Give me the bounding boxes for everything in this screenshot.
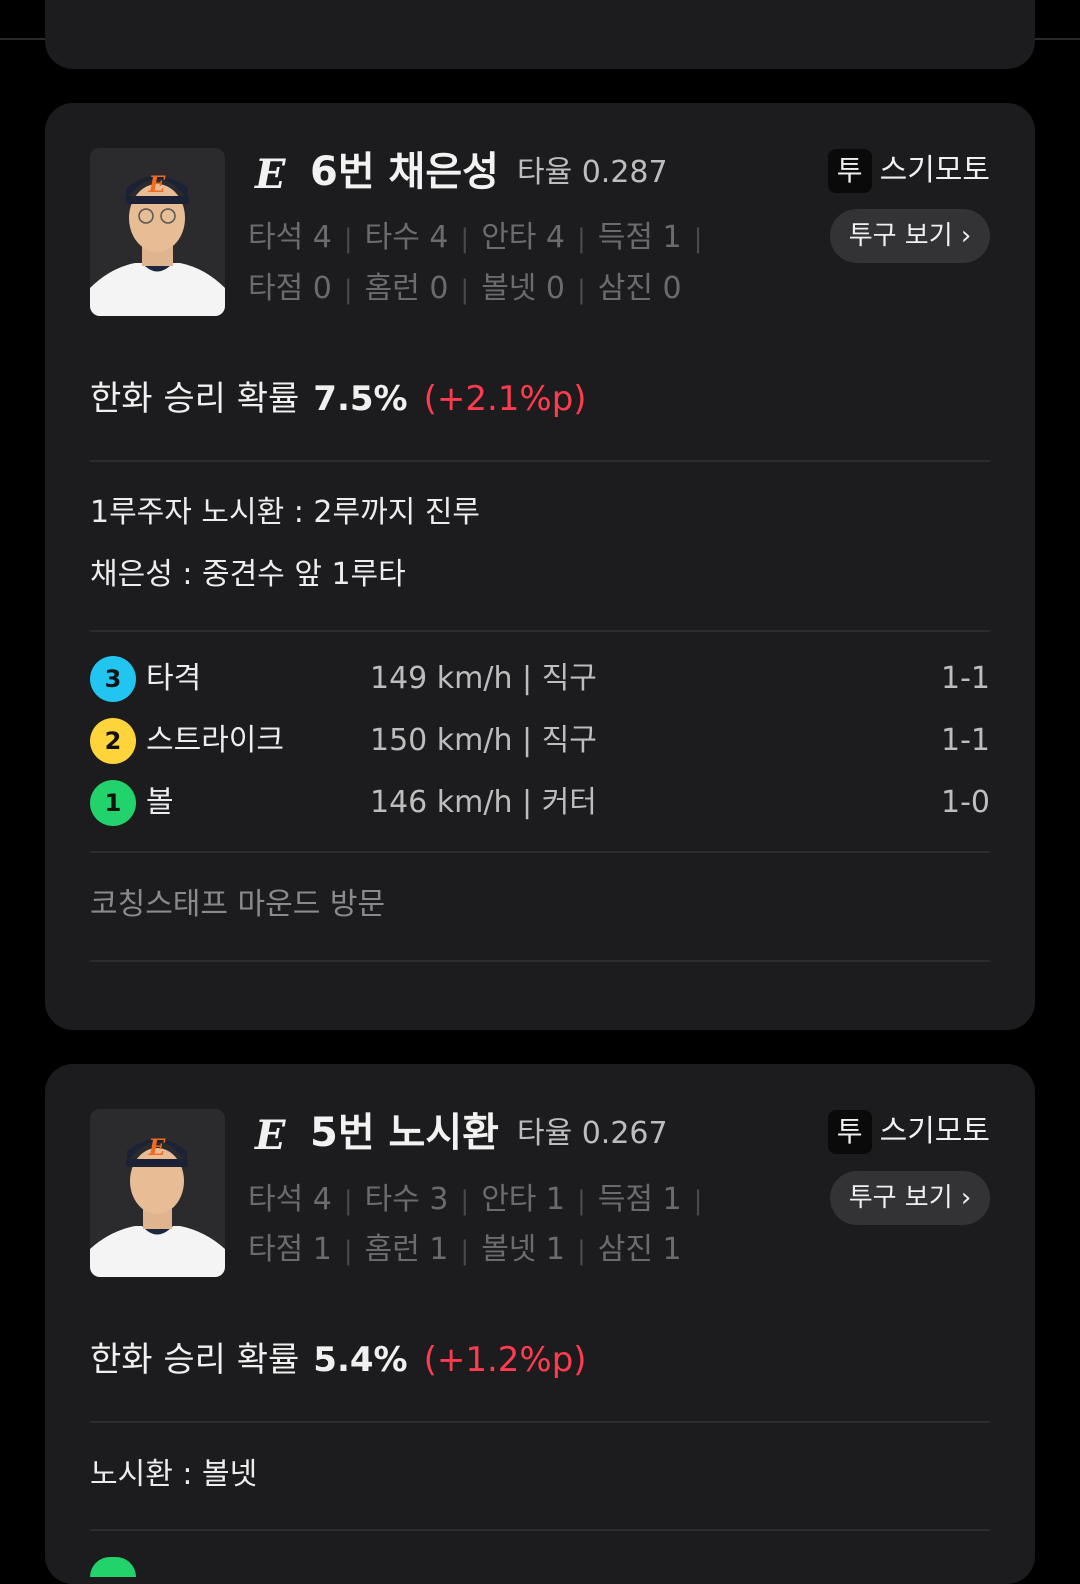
divider: | <box>460 275 470 305</box>
batting-average: 타율 0.287 <box>516 155 668 190</box>
win-delta: (+1.2%p) <box>423 1340 587 1380</box>
win-label: 한화 승리 확률 <box>90 1340 300 1380</box>
pitch-row: 3 타격 149 km/h | 직구 1-1 <box>90 656 990 702</box>
pitch-result: 타격 <box>146 661 202 696</box>
divider: | <box>577 1186 586 1216</box>
pitcher-badge: 투 <box>827 1110 872 1154</box>
divider <box>90 851 990 853</box>
divider: | <box>693 224 703 254</box>
pitch-number: 3 <box>90 656 136 702</box>
pitch-row: 2 스트라이크 150 km/h | 직구 1-1 <box>90 718 990 764</box>
stat-runs: 득점 1 <box>597 1182 682 1217</box>
stats-line-1: 타석 4 | 타수 4 | 안타 4 | 득점 1 | <box>248 218 714 259</box>
stat-hits: 안타 4 <box>481 220 566 255</box>
stat-hits: 안타 1 <box>481 1182 566 1217</box>
play-text: 채은성 : 중견수 앞 1루타 <box>90 557 406 592</box>
stat-pa: 타석 4 <box>248 1182 332 1217</box>
stat-ab: 타수 3 <box>364 1182 449 1217</box>
divider <box>90 630 990 632</box>
divider: | <box>577 1236 586 1266</box>
at-bat-card: E E 5번 노시환 타율 0.267 투 스기모토 투구 보기 › 타석 4 |… <box>45 1064 1035 1584</box>
stat-runs: 득점 1 <box>597 220 682 255</box>
pitch-speed: 150 km/h | 직구 <box>370 723 597 758</box>
pitcher-name: 스기모토 <box>879 1114 990 1149</box>
team-logo: E <box>255 1112 286 1159</box>
divider <box>90 460 990 462</box>
previous-card-bottom <box>45 0 1035 69</box>
pitch-number: 1 <box>90 780 136 826</box>
pitcher-badge: 투 <box>827 149 872 193</box>
stat-ab: 타수 4 <box>364 220 449 255</box>
at-bat-card: E E 6번 채은성 타율 0.287 투 스기모토 투구 보기 › 타석 4 |… <box>45 103 1035 1030</box>
divider: | <box>693 1186 703 1216</box>
pitcher-info: 투 스기모토 <box>827 1110 990 1154</box>
stat-hr: 홈런 1 <box>364 1232 449 1267</box>
pitch-result: 스트라이크 <box>146 723 284 758</box>
pitch-result: 볼 <box>146 785 174 820</box>
pitch-count: 1-1 <box>941 661 990 696</box>
pitch-row: 1 볼 146 km/h | 커터 1-0 <box>90 780 990 826</box>
pitch-speed: 149 km/h | 직구 <box>370 661 597 696</box>
divider: | <box>577 224 586 254</box>
stat-pa: 타석 4 <box>248 220 332 255</box>
play-text: 1루주자 노시환 : 2루까지 진루 <box>90 495 481 530</box>
batting-average: 타율 0.267 <box>516 1116 668 1151</box>
view-pitches-button[interactable]: 투구 보기 › <box>830 1171 990 1225</box>
divider <box>90 1529 990 1531</box>
win-probability: 한화 승리 확률 7.5% (+2.1%p) <box>90 377 587 421</box>
divider: | <box>343 224 353 254</box>
player-photo: E <box>90 148 225 316</box>
pitch-count: 1-0 <box>941 785 990 820</box>
stat-rbi: 타점 1 <box>248 1232 332 1267</box>
stat-bb: 볼넷 1 <box>481 1232 566 1267</box>
event-text: 코칭스태프 마운드 방문 <box>90 887 386 922</box>
divider: | <box>460 224 470 254</box>
divider <box>90 1421 990 1423</box>
pitcher-name: 스기모토 <box>879 153 990 188</box>
divider: | <box>343 275 353 305</box>
divider: | <box>343 1236 353 1266</box>
win-probability: 한화 승리 확률 5.4% (+1.2%p) <box>90 1338 587 1382</box>
stat-bb: 볼넷 0 <box>481 271 566 306</box>
divider: | <box>343 1186 353 1216</box>
divider: | <box>460 1186 470 1216</box>
win-pct: 7.5% <box>313 379 408 419</box>
player-name[interactable]: 5번 노시환 <box>310 1109 499 1157</box>
win-pct: 5.4% <box>313 1340 408 1380</box>
pitcher-info: 투 스기모토 <box>827 149 990 193</box>
win-delta: (+2.1%p) <box>423 379 587 419</box>
svg-text:E: E <box>148 172 167 198</box>
stats-line-2: 타점 0 | 홈런 0 | 볼넷 0 | 삼진 0 <box>248 269 682 310</box>
divider: | <box>577 275 586 305</box>
view-pitches-button[interactable]: 투구 보기 › <box>830 209 990 263</box>
stats-line-2: 타점 1 | 홈런 1 | 볼넷 1 | 삼진 1 <box>248 1230 682 1271</box>
pitch-number: 2 <box>90 718 136 764</box>
stat-so: 삼진 0 <box>597 271 682 306</box>
stat-hr: 홈런 0 <box>364 271 449 306</box>
player-photo: E <box>90 1109 225 1277</box>
player-name[interactable]: 6번 채은성 <box>310 148 499 196</box>
divider <box>90 960 990 962</box>
team-logo: E <box>255 151 286 198</box>
divider: | <box>460 1236 470 1266</box>
svg-text:E: E <box>148 1135 167 1161</box>
win-label: 한화 승리 확률 <box>90 379 300 419</box>
pitch-speed: 146 km/h | 커터 <box>370 785 597 820</box>
stats-line-1: 타석 4 | 타수 3 | 안타 1 | 득점 1 | <box>248 1180 714 1221</box>
pitch-number <box>90 1557 136 1577</box>
stat-so: 삼진 1 <box>597 1232 682 1267</box>
pitch-count: 1-1 <box>941 723 990 758</box>
stat-rbi: 타점 0 <box>248 271 332 306</box>
play-text: 노시환 : 볼넷 <box>90 1457 258 1492</box>
